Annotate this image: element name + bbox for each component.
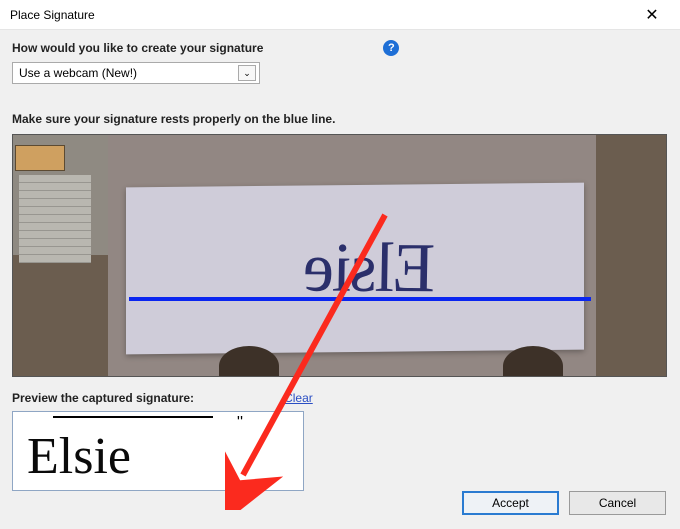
- webcam-bg-object: [19, 175, 91, 263]
- signature-artifact: [53, 416, 213, 428]
- close-button[interactable]: ✕: [632, 1, 672, 29]
- close-icon: ✕: [645, 5, 658, 25]
- captured-signature-text: Elsie: [27, 427, 131, 486]
- alignment-blue-line: [129, 297, 591, 301]
- dialog-button-bar: Accept Cancel: [462, 491, 666, 515]
- clear-link[interactable]: Clear: [284, 391, 313, 405]
- captured-signature-preview: Elsie: [12, 411, 304, 491]
- blue-line-instruction: Make sure your signature rests properly …: [12, 112, 668, 126]
- preview-header-row: Preview the captured signature: Clear: [12, 391, 668, 405]
- help-icon[interactable]: ?: [383, 40, 399, 56]
- chevron-down-icon: ⌄: [238, 65, 256, 81]
- preview-label: Preview the captured signature:: [12, 391, 194, 405]
- create-signature-prompt: How would you like to create your signat…: [12, 41, 263, 55]
- webcam-bg-object: [15, 145, 65, 171]
- method-prompt-row: How would you like to create your signat…: [12, 40, 668, 56]
- cancel-button[interactable]: Cancel: [569, 491, 666, 515]
- signature-paper: Elsie: [126, 183, 584, 355]
- dialog-title: Place Signature: [10, 8, 95, 22]
- webcam-background-wall: [13, 135, 108, 255]
- dialog-titlebar: Place Signature ✕: [0, 0, 680, 30]
- dropdown-selected-value: Use a webcam (New!): [19, 66, 137, 80]
- accept-button[interactable]: Accept: [462, 491, 559, 515]
- dialog-content: How would you like to create your signat…: [0, 30, 680, 501]
- webcam-preview: Elsie: [12, 134, 667, 377]
- signature-method-dropdown[interactable]: Use a webcam (New!) ⌄: [12, 62, 260, 84]
